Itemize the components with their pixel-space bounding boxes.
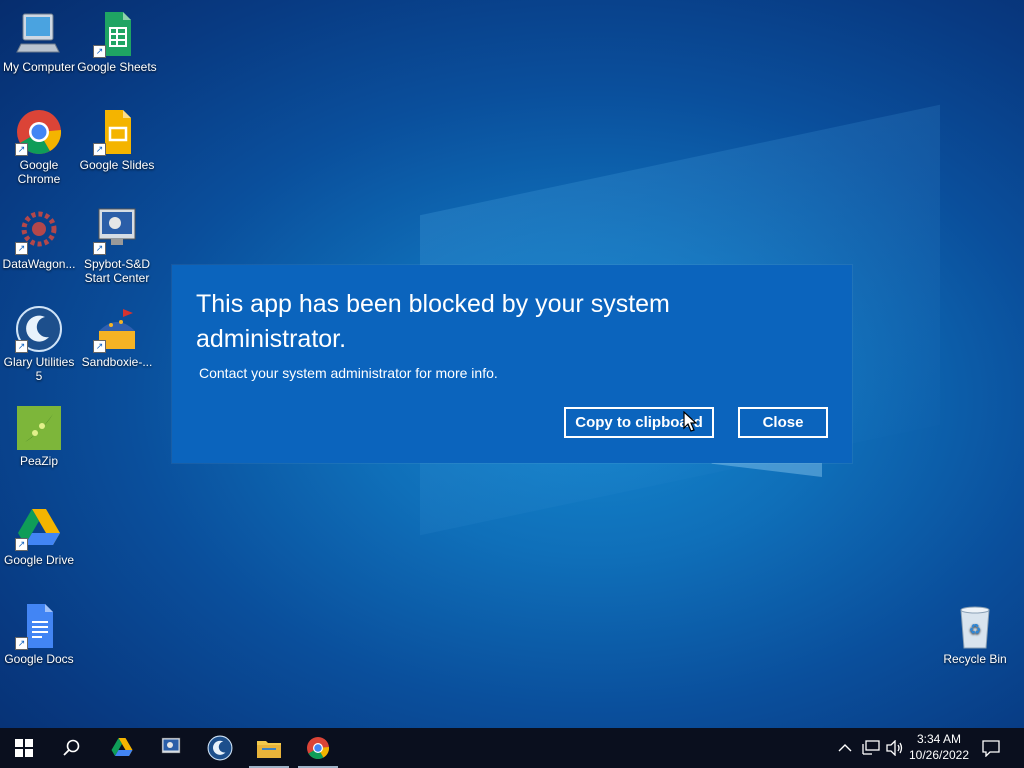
spybot-icon <box>161 737 181 754</box>
desktop-icon-label: Recycle Bin <box>943 652 1007 666</box>
desktop-icon-sandboxie[interactable]: ↗ Sandboxie-... <box>77 305 157 369</box>
taskbar-app-glary-utilities[interactable] <box>196 728 244 768</box>
desktop-icon-label: Google Chrome <box>17 158 61 186</box>
desktop-icon-label: Google Docs <box>4 652 74 666</box>
taskbar-app-spybot[interactable] <box>147 728 195 768</box>
google-docs-icon: ↗ <box>15 602 63 650</box>
speaker-icon <box>886 740 903 756</box>
shortcut-arrow-icon: ↗ <box>93 242 106 255</box>
desktop-icon-google-slides[interactable]: ↗ Google Slides <box>77 108 157 172</box>
desktop-icon-google-drive[interactable]: ↗ Google Drive <box>0 503 79 567</box>
desktop-icon-datawagon[interactable]: ↗ DataWagon... <box>0 207 79 271</box>
clock-time: 3:34 AM <box>916 732 962 746</box>
desktop-icon-label: Google Sheets <box>77 60 157 74</box>
dialog-title: This app has been blocked by your system… <box>196 290 670 353</box>
shortcut-arrow-icon: ↗ <box>15 242 28 255</box>
desktop-icon-recycle-bin[interactable]: ♻ Recycle Bin <box>935 602 1015 666</box>
network-icon <box>862 740 880 755</box>
desktop-icon-label: Spybot-S&D Start Center <box>83 257 151 285</box>
mouse-cursor-icon <box>683 411 697 432</box>
app-blocked-dialog: This app has been blocked by your system… <box>172 265 852 463</box>
close-button[interactable]: Close <box>738 407 828 438</box>
google-slides-icon: ↗ <box>93 108 141 156</box>
desktop-icon-label: DataWagon... <box>2 257 76 271</box>
file-explorer-icon <box>257 741 281 758</box>
glary-utilities-icon: ↗ <box>15 305 63 353</box>
glary-utilities-icon <box>207 735 233 761</box>
recycle-bin-icon: ♻ <box>951 602 999 650</box>
taskbar-app-file-explorer[interactable] <box>245 728 293 768</box>
shortcut-arrow-icon: ↗ <box>15 637 28 650</box>
taskbar: 3:34 AM 10/26/2022 <box>0 728 1024 768</box>
clock-date: 10/26/2022 <box>908 748 970 762</box>
peazip-icon <box>15 404 63 452</box>
taskbar-app-google-drive[interactable] <box>98 728 146 768</box>
my-computer-icon <box>15 10 63 58</box>
show-hidden-icons-button[interactable] <box>838 728 852 768</box>
chrome-icon: ↗ <box>15 108 63 156</box>
chrome-icon <box>307 737 330 759</box>
windows-logo-icon <box>15 739 33 757</box>
svg-text:♻: ♻ <box>969 622 982 638</box>
desktop-icon-spybot[interactable]: ↗ Spybot-S&D Start Center <box>77 207 157 285</box>
taskbar-clock[interactable]: 3:34 AM 10/26/2022 <box>905 731 973 763</box>
desktop-icon-my-computer[interactable]: My Computer <box>0 10 79 74</box>
shortcut-arrow-icon: ↗ <box>15 538 28 551</box>
desktop-icon-glary-utilities[interactable]: ↗ Glary Utilities 5 <box>0 305 79 383</box>
desktop-icon-google-docs[interactable]: ↗ Google Docs <box>0 602 79 666</box>
sandboxie-icon: ↗ <box>93 305 141 353</box>
start-button[interactable] <box>0 728 48 768</box>
shortcut-arrow-icon: ↗ <box>93 340 106 353</box>
desktop-icon-peazip[interactable]: PeaZip <box>0 404 79 468</box>
spybot-icon: ↗ <box>93 207 141 255</box>
google-drive-icon <box>111 738 133 756</box>
dialog-message: Contact your system administrator for mo… <box>199 365 498 381</box>
shortcut-arrow-icon: ↗ <box>93 45 106 58</box>
search-button[interactable] <box>48 728 96 768</box>
taskbar-app-chrome[interactable] <box>294 728 342 768</box>
shortcut-arrow-icon: ↗ <box>93 143 106 156</box>
chevron-up-icon <box>838 744 852 752</box>
google-drive-icon: ↗ <box>15 503 63 551</box>
action-center-button[interactable] <box>982 728 1000 768</box>
search-icon <box>63 739 80 756</box>
desktop-icon-label: My Computer <box>2 60 76 74</box>
datawagon-icon: ↗ <box>15 207 63 255</box>
desktop-icon-label: Sandboxie-... <box>81 355 153 369</box>
google-sheets-icon: ↗ <box>93 10 141 58</box>
volume-tray-button[interactable] <box>886 728 904 768</box>
network-tray-button[interactable] <box>862 728 880 768</box>
desktop-icon-google-sheets[interactable]: ↗ Google Sheets <box>77 10 157 74</box>
shortcut-arrow-icon: ↗ <box>15 143 28 156</box>
desktop-icon-google-chrome[interactable]: ↗ Google Chrome <box>0 108 79 186</box>
shortcut-arrow-icon: ↗ <box>15 340 28 353</box>
desktop-icon-label: Google Drive <box>3 553 75 567</box>
desktop-icon-label: PeaZip <box>19 454 59 468</box>
desktop-icon-label: Glary Utilities 5 <box>3 355 75 383</box>
notification-icon <box>982 740 1000 757</box>
desktop-icon-label: Google Slides <box>79 158 155 172</box>
